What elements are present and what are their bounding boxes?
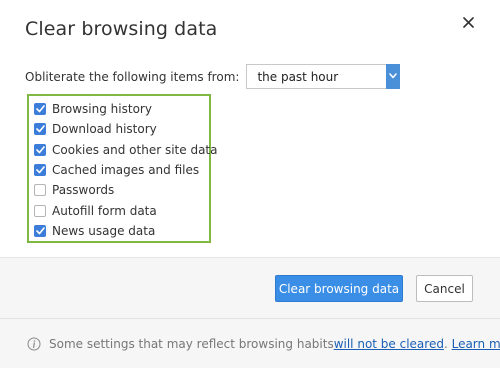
checkbox[interactable] [34,204,46,217]
checkbox[interactable] [34,123,46,136]
info-text: Some settings that may reflect browsing … [49,337,334,351]
checkmark-icon [35,105,45,113]
checkbox[interactable] [34,184,46,197]
checkbox-label: Cookies and other site data [52,142,218,157]
checkbox-download-history[interactable]: Download history [29,119,209,139]
checkmark-icon [35,166,45,174]
clear-browsing-data-button[interactable]: Clear browsing data [275,275,403,302]
checkbox-cookies[interactable]: Cookies and other site data [29,140,218,160]
dialog-footer: Clear browsing data Cancel Some settings… [0,257,500,368]
checkbox-cached-images[interactable]: Cached images and files [29,160,209,180]
checkbox-browsing-history[interactable]: Browsing history [29,99,209,119]
checkbox[interactable] [34,224,46,237]
obliterate-row: Obliterate the following items from: the… [25,63,401,89]
close-icon [462,16,474,28]
checkbox-news-usage[interactable]: News usage data [29,221,209,241]
divider [0,318,500,319]
checkbox[interactable] [34,103,46,116]
will-not-be-cleared-link[interactable]: will not be cleared [334,337,444,351]
info-note: Some settings that may reflect browsing … [27,337,500,351]
checkbox-label: Autofill form data [52,203,157,218]
learn-more-link[interactable]: Learn more [452,337,500,351]
checkbox-label: Download history [52,122,157,137]
data-types-checkbox-group: Browsing history Download history Cookie… [27,94,218,243]
clear-browsing-data-dialog: Clear browsing data Obliterate the follo… [0,0,500,368]
info-separator: . [443,337,452,351]
checkbox-label: Passwords [52,183,115,198]
checkbox-autofill[interactable]: Autofill form data [29,200,209,220]
cancel-button[interactable]: Cancel [416,275,473,302]
checkmark-icon [35,227,45,235]
dialog-title: Clear browsing data [25,18,218,40]
checkmark-icon [35,125,45,133]
close-button[interactable] [458,12,478,32]
checkbox[interactable] [34,143,46,156]
chevron-down-icon [389,73,398,79]
time-range-select[interactable]: the past hour [246,63,401,89]
checkbox-label: Browsing history [52,102,152,117]
obliterate-label: Obliterate the following items from: [25,70,240,84]
checkbox-label: Cached images and files [52,163,200,178]
checkbox[interactable] [34,164,46,177]
checkmark-icon [35,145,45,154]
dropdown-button[interactable] [386,63,401,89]
time-range-value: the past hour [257,69,339,84]
info-icon [27,337,41,351]
checkbox-passwords[interactable]: Passwords [29,180,209,200]
checkbox-label: News usage data [52,223,156,238]
